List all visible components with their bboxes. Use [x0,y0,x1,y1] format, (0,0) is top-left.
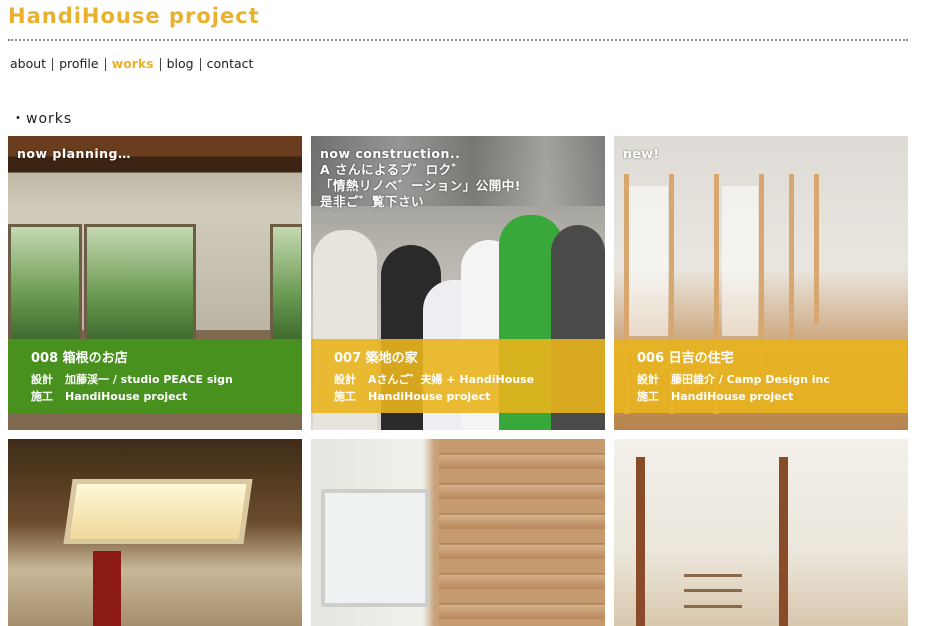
build-label: 施工 [31,390,53,403]
nav-profile[interactable]: profile [53,56,104,72]
works-grid: now planning… 008 箱根のお店 設計 加藤渓一 / studio … [8,136,908,626]
design-credit: 加藤渓一 / studio PEACE sign [65,373,233,386]
design-label: 設計 [31,373,53,386]
work-card-007[interactable]: now construction.. A さんによるブ゛ロク゛ 「情熱リノベ゛ー… [311,136,605,430]
design-credit: 藤田雄介 / Camp Design inc [671,373,830,386]
work-status-label: new! [623,146,660,161]
work-card-photo[interactable] [614,439,908,626]
title-divider [8,39,908,41]
design-label: 設計 [637,373,659,386]
nav-about[interactable]: about [8,56,52,72]
work-card-006[interactable]: new! 006 日吉の住宅 設計 藤田雄介 / Camp Design inc … [614,136,908,430]
site-title[interactable]: HandiHouse project [8,4,260,28]
work-card-photo[interactable] [311,439,605,626]
work-status-label: now planning… [17,146,131,161]
build-label: 施工 [334,390,356,403]
work-card-photo[interactable] [8,439,302,626]
nav-works[interactable]: works [106,56,160,72]
section-title: ・works [11,111,73,127]
design-credit: Aさんご゛夫婦 + HandiHouse [368,373,535,386]
work-info-band: 006 日吉の住宅 設計 藤田雄介 / Camp Design inc 施工 Han… [614,339,908,413]
work-photo [614,439,908,626]
build-credit: HandiHouse project [368,390,491,403]
build-label: 施工 [637,390,659,403]
work-title: 006 日吉の住宅 [637,351,734,366]
work-title: 007 築地の家 [334,351,418,366]
nav-contact[interactable]: contact [201,56,260,72]
main-nav: about profile works blog contact [8,56,259,72]
design-label: 設計 [334,373,356,386]
build-credit: HandiHouse project [671,390,794,403]
work-photo [8,439,302,626]
work-info-band: 008 箱根のお店 設計 加藤渓一 / studio PEACE sign 施工 H… [8,339,302,413]
work-title: 008 箱根のお店 [31,351,128,366]
work-photo [311,439,605,626]
work-status-label: now construction.. A さんによるブ゛ロク゛ 「情熱リノベ゛ー… [320,146,521,209]
build-credit: HandiHouse project [65,390,188,403]
nav-blog[interactable]: blog [161,56,200,72]
work-card-008[interactable]: now planning… 008 箱根のお店 設計 加藤渓一 / studio … [8,136,302,430]
work-info-band: 007 築地の家 設計 Aさんご゛夫婦 + HandiHouse 施工 HandiH… [311,339,605,413]
